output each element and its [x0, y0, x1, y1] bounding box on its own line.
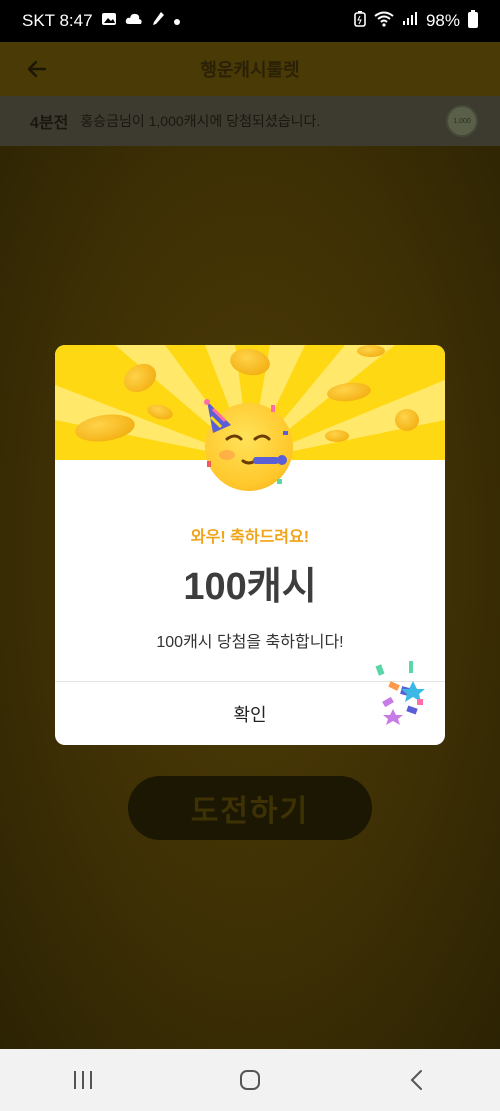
winner-notice: 4분전 홍승금님이 1,000캐시에 당첨되셨습니다. 1,000: [0, 96, 500, 146]
challenge-button[interactable]: 도전하기: [128, 776, 372, 840]
emoji-confetti-icon: [207, 405, 288, 484]
system-nav-bar: [0, 1049, 500, 1111]
app-header: 행운캐시룰렛: [0, 42, 500, 96]
cloud-icon: [125, 11, 143, 31]
battery-percent: 98%: [425, 11, 460, 30]
challenge-label: 도전하기: [190, 795, 310, 828]
carrier-time: SKT 8:47: [22, 11, 93, 30]
reward-dialog: 와우! 축하드려요! 100캐시 100캐시 당첨을 축하합니다! 확인: [55, 345, 445, 745]
back-icon[interactable]: [387, 1060, 447, 1100]
coin-icon: 1,000: [446, 105, 478, 137]
notice-time: 4분전: [30, 115, 69, 132]
pen-icon: [151, 11, 165, 32]
page-title: 행운캐시룰렛: [200, 60, 300, 80]
signal-icon: [402, 11, 418, 31]
dialog-subtitle: 와우! 축하드려요!: [190, 529, 310, 546]
gallery-icon: [101, 11, 117, 32]
wifi-icon: [374, 11, 394, 32]
battery-saver-icon: [354, 10, 366, 32]
gold-coin-decoration: [357, 345, 385, 357]
reward-amount: 100캐시: [183, 566, 317, 608]
notification-dot-icon: [173, 11, 181, 31]
back-arrow-icon[interactable]: [22, 54, 52, 84]
confetti-icon: [375, 661, 425, 725]
confirm-label: 확인: [233, 704, 267, 725]
home-icon[interactable]: [220, 1060, 280, 1100]
dialog-message: 100캐시 당첨을 축하합니다!: [156, 634, 344, 651]
notice-message: 홍승금님이 1,000캐시에 당첨되셨습니다.: [80, 113, 321, 129]
recent-apps-icon[interactable]: [53, 1060, 113, 1100]
gold-coin-decoration: [395, 409, 419, 431]
coin-label: 1,000: [453, 117, 471, 125]
gold-coin-decoration: [325, 430, 349, 442]
battery-icon: [468, 9, 478, 33]
status-bar: SKT 8:47 98%: [0, 0, 500, 42]
